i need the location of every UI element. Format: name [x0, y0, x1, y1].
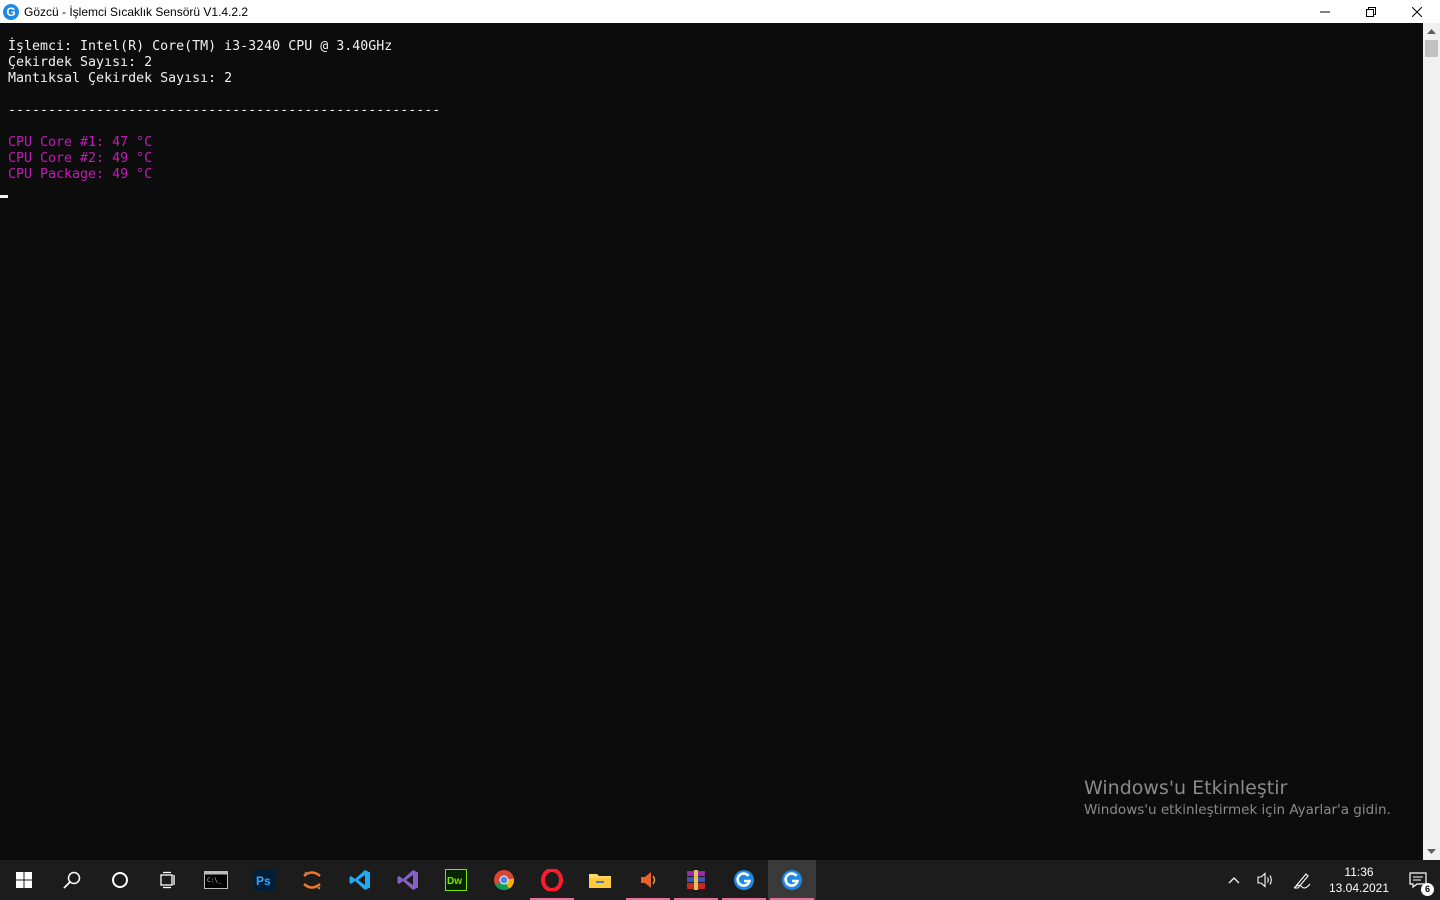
chevron-up-icon — [1427, 29, 1436, 34]
logical-core-count-line: Mantıksal Çekirdek Sayısı: 2 — [8, 71, 233, 86]
app-icon[interactable]: G — [3, 3, 19, 20]
temp-core-1: CPU Core #1: 47 °C — [8, 135, 153, 150]
restore-icon — [1366, 6, 1376, 17]
gozcu-app-icon — [782, 870, 802, 890]
svg-text:Dw: Dw — [447, 876, 462, 887]
show-hidden-icons-button[interactable] — [1218, 860, 1250, 900]
window-controls — [1302, 0, 1440, 23]
title-bar[interactable]: G Gözcü - İşlemci Sıcaklık Sensörü V1.4.… — [0, 0, 1440, 23]
clock-time: 11:36 — [1344, 865, 1374, 879]
taskbar-app-chrome[interactable] — [480, 860, 528, 900]
photoshop-icon: Ps — [253, 869, 275, 891]
cortana-circle-icon — [112, 872, 128, 888]
scroll-down-button[interactable] — [1423, 843, 1440, 860]
action-center-button[interactable]: 6 — [1396, 860, 1440, 900]
cortana-button[interactable] — [96, 860, 144, 900]
vscode-icon — [349, 870, 370, 890]
vertical-scrollbar[interactable] — [1423, 23, 1440, 860]
window-title: Gözcü - İşlemci Sıcaklık Sensörü V1.4.2.… — [24, 4, 249, 19]
console-cursor — [0, 195, 8, 198]
temp-package: CPU Package: 49 °C — [8, 167, 153, 182]
taskbar-app-audio-player[interactable] — [624, 860, 672, 900]
system-tray: 11:36 13.04.2021 6 — [1218, 860, 1440, 900]
taskbar-app-opera[interactable] — [528, 860, 576, 900]
volume-icon — [1257, 872, 1272, 888]
scroll-up-button[interactable] — [1423, 23, 1440, 40]
taskbar-app-gozcu-1[interactable] — [720, 860, 768, 900]
taskbar-app-winrar[interactable] — [672, 860, 720, 900]
pen-workspace-button[interactable] — [1282, 860, 1322, 900]
command-prompt-icon: C:\_ — [204, 871, 228, 889]
speaker-app-icon — [641, 872, 656, 888]
temp-core-2: CPU Core #2: 49 °C — [8, 151, 153, 166]
clock-date: 13.04.2021 — [1328, 881, 1390, 895]
minimize-button[interactable] — [1302, 0, 1348, 23]
scroll-thumb[interactable] — [1425, 40, 1438, 57]
taskbar-app-file-explorer[interactable] — [576, 860, 624, 900]
maximize-button[interactable] — [1348, 0, 1394, 23]
svg-text:Ps: Ps — [256, 874, 271, 888]
watermark-title: Windows'u Etkinleştir — [1084, 777, 1288, 799]
core-count-line: Çekirdek Sayısı: 2 — [8, 55, 153, 70]
start-button[interactable] — [0, 860, 48, 900]
volume-button[interactable] — [1250, 860, 1282, 900]
dreamweaver-icon: Dw — [445, 869, 467, 891]
taskbar-app-cmd[interactable]: C:\_ — [192, 860, 240, 900]
task-view-icon — [160, 871, 175, 889]
notification-count-badge: 6 — [1421, 883, 1434, 896]
svg-text:C:\_: C:\_ — [207, 877, 222, 884]
watermark-subtitle: Windows'u etkinleştirmek için Ayarlar'a … — [1084, 802, 1391, 818]
task-view-button[interactable] — [144, 860, 192, 900]
chevron-down-icon — [1427, 849, 1436, 854]
separator-line: ----------------------------------------… — [8, 103, 441, 118]
taskbar-app-vscode[interactable] — [336, 860, 384, 900]
folder-icon — [589, 874, 611, 888]
search-icon — [63, 871, 81, 889]
visual-studio-icon — [397, 870, 418, 890]
pen-icon — [1293, 873, 1311, 889]
chrome-icon — [494, 870, 515, 891]
close-icon — [1412, 6, 1422, 17]
minimize-icon — [1320, 11, 1330, 12]
app-icon-letter: G — [6, 4, 16, 19]
taskbar: C:\_ Ps Dw 11:36 13.04.2021 6 — [0, 860, 1440, 900]
close-button[interactable] — [1394, 0, 1440, 23]
taskbar-app-visual-studio[interactable] — [384, 860, 432, 900]
jupyter-icon — [303, 871, 321, 890]
search-button[interactable] — [48, 860, 96, 900]
clock[interactable]: 11:36 13.04.2021 — [1322, 860, 1396, 900]
console-text: İşlemci: Intel(R) Core(TM) i3-3240 CPU @… — [8, 39, 440, 183]
cpu-name-line: İşlemci: Intel(R) Core(TM) i3-3240 CPU @… — [8, 39, 393, 54]
taskbar-app-jupyter[interactable] — [288, 860, 336, 900]
taskbar-app-photoshop[interactable]: Ps — [240, 860, 288, 900]
chevron-up-icon — [1228, 877, 1240, 884]
opera-icon — [541, 869, 563, 891]
gozcu-app-icon — [734, 870, 754, 890]
taskbar-app-gozcu-2[interactable] — [768, 860, 816, 900]
winrar-icon — [687, 870, 705, 890]
activation-watermark: Windows'u Etkinleştir Windows'u etkinleş… — [1084, 776, 1391, 820]
windows-logo-icon — [16, 872, 32, 888]
console-output[interactable]: İşlemci: Intel(R) Core(TM) i3-3240 CPU @… — [0, 23, 1423, 860]
taskbar-app-dreamweaver[interactable]: Dw — [432, 860, 480, 900]
